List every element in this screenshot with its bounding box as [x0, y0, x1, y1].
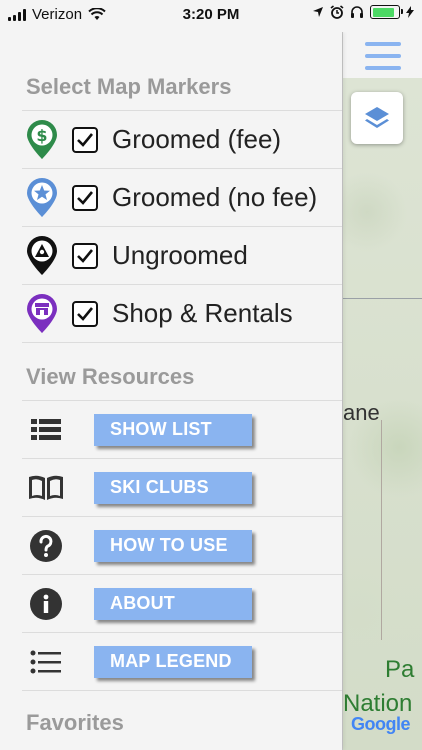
- map-place-label: ane: [343, 400, 380, 425]
- resource-row-about: ABOUT: [22, 574, 342, 632]
- triangle-marker-icon: [27, 235, 57, 275]
- show-list-button[interactable]: SHOW LIST: [94, 413, 252, 446]
- groomed-no-fee-checkbox[interactable]: [72, 184, 98, 211]
- resource-row-show-list: SHOW LIST: [22, 400, 342, 458]
- star-marker-icon: [27, 177, 57, 217]
- resource-row-map-legend: MAP LEGEND: [22, 632, 342, 690]
- about-button[interactable]: ABOUT: [94, 587, 252, 620]
- hamburger-menu-icon[interactable]: [365, 42, 401, 70]
- checkmark-icon: [77, 190, 94, 205]
- shop-rentals-checkbox[interactable]: [72, 300, 98, 327]
- status-bar: Verizon 3:20 PM: [0, 0, 422, 32]
- legend-list-icon: [26, 642, 66, 682]
- status-right: [312, 5, 414, 19]
- marker-label: Shop & Rentals: [112, 298, 293, 328]
- map-park-label: Pa: [385, 656, 415, 683]
- list-icon: [26, 410, 66, 450]
- info-icon: [26, 584, 66, 624]
- section-title-favorites: Favorites: [26, 710, 124, 735]
- google-attribution: Google: [351, 714, 411, 734]
- book-icon: [26, 468, 66, 508]
- charging-bolt-icon: [406, 6, 414, 18]
- marker-row-groomed-fee[interactable]: $ Groomed (fee): [22, 110, 342, 168]
- divider: [22, 342, 342, 343]
- divider: [22, 690, 342, 691]
- resource-row-how-to-use: HOW TO USE: [22, 516, 342, 574]
- marker-row-shop-rentals[interactable]: Shop & Rentals: [22, 284, 342, 342]
- checkmark-icon: [77, 306, 94, 321]
- how-to-use-button[interactable]: HOW TO USE: [94, 529, 252, 562]
- resource-row-ski-clubs: SKI CLUBS: [22, 458, 342, 516]
- ski-clubs-button[interactable]: SKI CLUBS: [94, 471, 252, 504]
- headphones-icon: [351, 6, 363, 18]
- battery-icon: [370, 5, 403, 19]
- location-arrow-icon: [313, 7, 323, 17]
- map-border: [381, 420, 382, 640]
- checkmark-icon: [77, 132, 94, 147]
- marker-row-ungroomed[interactable]: Ungroomed: [22, 226, 342, 284]
- map-legend-button[interactable]: MAP LEGEND: [94, 645, 252, 678]
- shop-marker-icon: [27, 293, 57, 333]
- marker-row-groomed-no-fee[interactable]: Groomed (no fee): [22, 168, 342, 226]
- battery-fill: [372, 7, 394, 17]
- marker-label: Groomed (no fee): [112, 182, 318, 212]
- question-icon: [26, 526, 66, 566]
- map-view[interactable]: ane Pa Nation Google: [342, 0, 422, 750]
- checkmark-icon: [77, 248, 94, 263]
- dollar-marker-icon: $: [27, 119, 57, 159]
- map-road: [343, 298, 422, 299]
- ungroomed-checkbox[interactable]: [72, 242, 98, 269]
- section-title-markers: Select Map Markers: [26, 74, 232, 99]
- section-title-resources: View Resources: [26, 364, 195, 389]
- alarm-icon: [330, 5, 344, 19]
- svg-text:$: $: [36, 126, 47, 145]
- layers-icon: [365, 107, 389, 128]
- groomed-fee-checkbox[interactable]: [72, 126, 98, 153]
- side-drawer: Select Map Markers $ Groomed (fee) Groom…: [0, 32, 342, 750]
- marker-label: Ungroomed: [112, 240, 248, 270]
- layers-button[interactable]: [351, 92, 403, 144]
- marker-label: Groomed (fee): [112, 124, 282, 154]
